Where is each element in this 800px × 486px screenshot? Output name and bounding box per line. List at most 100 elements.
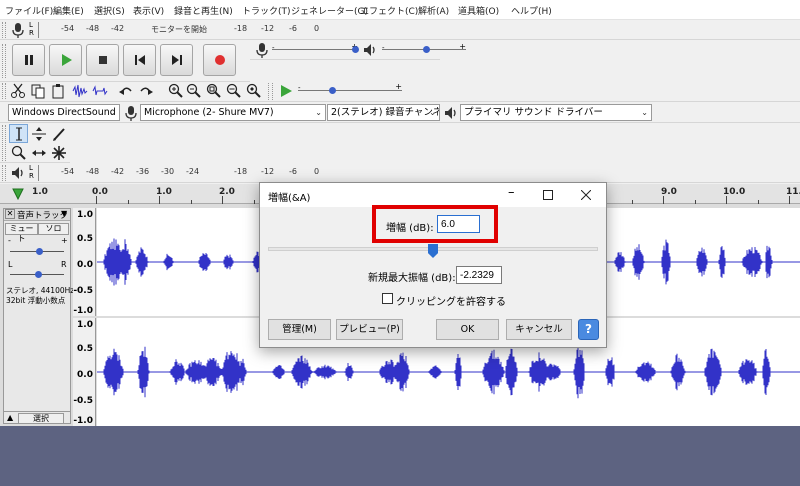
skip-to-start-button[interactable]	[123, 44, 156, 76]
menu-item[interactable]: 解析(A)	[418, 4, 449, 17]
slider-minus-label: -	[298, 84, 301, 92]
selection-tool-button[interactable]	[9, 124, 28, 143]
collapse-icon[interactable]: ▲	[7, 413, 13, 422]
chevron-down-icon: ⌄	[429, 108, 436, 117]
menu-item[interactable]: ファイル(F)	[5, 4, 53, 17]
play-speed-slider[interactable]: - +	[298, 82, 402, 97]
silence-audio-icon[interactable]	[92, 83, 108, 99]
menu-item[interactable]: 選択(S)	[94, 4, 125, 17]
skip-to-end-button[interactable]	[160, 44, 193, 76]
zoom-toggle-icon[interactable]	[246, 83, 262, 99]
play-head-icon	[12, 188, 24, 200]
meter-scale-label: -12	[261, 24, 275, 33]
recording-device-select[interactable]: Microphone (2- Shure MV7) ⌄	[140, 104, 326, 121]
solo-button[interactable]: ソロ	[38, 223, 69, 235]
meter-scale-label: -48	[86, 167, 100, 176]
dialog-title: 増幅(&A)	[268, 193, 311, 204]
allow-clipping-checkbox[interactable]	[382, 293, 393, 304]
allow-clipping-label[interactable]: クリッピングを許容する	[396, 293, 506, 308]
dialog-title-bar[interactable]: 増幅(&A) –	[260, 183, 606, 207]
preview-button[interactable]: プレビュー(P)	[336, 319, 403, 340]
speaker-icon[interactable]	[10, 165, 26, 181]
track-menu-chevron-icon[interactable]: ▼	[61, 209, 67, 218]
playback-volume-slider[interactable]: - +	[382, 42, 466, 56]
cancel-button[interactable]: キャンセル	[506, 319, 572, 340]
empty-track-area[interactable]	[0, 426, 800, 486]
amplitude-label: 0.0	[77, 260, 93, 270]
mute-button[interactable]: ミュート	[5, 223, 38, 243]
zoom-tool-icon[interactable]	[11, 145, 27, 161]
trim-audio-icon[interactable]	[72, 83, 88, 99]
playback-device-select[interactable]: プライマリ サウンド ドライバー ⌄	[460, 104, 652, 121]
waveform-path	[96, 345, 800, 399]
ruler-tick	[726, 196, 727, 204]
skip-to-end-icon	[172, 55, 182, 65]
toolbar-grip[interactable]	[2, 125, 6, 161]
menu-item[interactable]: ジェネレーター(G)	[291, 4, 368, 17]
track-gain-slider[interactable]	[10, 248, 64, 256]
amplification-slider[interactable]	[268, 244, 598, 260]
envelope-tool-icon[interactable]	[31, 126, 47, 142]
recording-meter[interactable]: -54 -48 -42 モニターを開始 -18 -12 -6 0	[38, 22, 319, 38]
pan-right-label: R	[61, 260, 67, 269]
track-control-panel[interactable]: ✕ 音声トラック ▼ ミュート ソロ - + L R ステレオ, 44100Hz…	[3, 208, 74, 424]
time-shift-tool-icon[interactable]	[31, 145, 47, 161]
pause-button[interactable]	[12, 44, 45, 76]
multi-tool-icon[interactable]	[51, 145, 67, 161]
playback-meter[interactable]: -54 -48 -42 -36 -30 -24 -18 -12 -6 0	[38, 165, 319, 181]
mixer-toolbar: - + - +	[250, 40, 466, 60]
cut-icon[interactable]	[10, 83, 26, 99]
slider-thumb[interactable]	[329, 87, 336, 94]
slider-thumb[interactable]	[352, 46, 359, 53]
toolbar-grip[interactable]	[2, 44, 6, 78]
new-peak-input[interactable]	[456, 266, 502, 284]
minimize-icon[interactable]: –	[508, 185, 515, 200]
toolbar-grip[interactable]	[268, 83, 273, 100]
slider-thumb[interactable]	[36, 248, 43, 255]
recording-channels-select[interactable]: 2(ステレオ) 録音チャンネル ⌄	[327, 104, 440, 121]
slider-thumb[interactable]	[35, 271, 42, 278]
menu-item[interactable]: エフェクト(C)	[360, 4, 418, 17]
amplitude-label: 0.0	[77, 370, 93, 380]
play-at-speed-icon[interactable]	[278, 83, 294, 99]
manage-button[interactable]: 管理(M)	[268, 319, 331, 340]
menu-item[interactable]: 録音と再生(N)	[174, 4, 233, 17]
menu-item[interactable]: トラック(T)	[242, 4, 291, 17]
menu-item[interactable]: 表示(V)	[133, 4, 164, 17]
menu-item[interactable]: ヘルプ(H)	[511, 4, 552, 17]
fit-selection-icon[interactable]	[206, 83, 222, 99]
ok-button[interactable]: OK	[436, 319, 499, 340]
fit-project-icon[interactable]	[226, 83, 242, 99]
track-header: ✕ 音声トラック ▼	[4, 209, 70, 221]
stop-button[interactable]	[86, 44, 119, 76]
menu-item[interactable]: 道具箱(O)	[458, 4, 499, 17]
paste-icon[interactable]	[50, 83, 66, 99]
audio-host-select[interactable]: Windows DirectSound ⌄	[8, 104, 120, 121]
draw-tool-icon[interactable]	[51, 126, 67, 142]
maximize-icon[interactable]	[543, 190, 553, 200]
track-pan-slider[interactable]	[10, 271, 64, 279]
close-icon[interactable]: ✕	[5, 209, 15, 219]
record-button[interactable]	[203, 44, 236, 76]
microphone-icon[interactable]	[10, 22, 26, 38]
pan-left-label: L	[8, 260, 13, 269]
zoom-in-icon[interactable]	[168, 83, 184, 99]
toolbar-grip[interactable]	[2, 83, 6, 99]
amplification-input[interactable]	[437, 215, 480, 233]
toolbar-grip[interactable]	[2, 165, 6, 181]
select-track-button[interactable]: 選択	[18, 413, 64, 424]
close-icon[interactable]	[581, 190, 591, 200]
meter-scale-label: -12	[261, 167, 275, 176]
undo-icon[interactable]	[118, 83, 134, 99]
slider-thumb[interactable]	[428, 244, 438, 258]
slider-thumb[interactable]	[423, 46, 430, 53]
menu-item[interactable]: 編集(E)	[53, 4, 84, 17]
toolbar-grip[interactable]	[2, 22, 6, 38]
copy-icon[interactable]	[30, 83, 46, 99]
redo-icon[interactable]	[138, 83, 154, 99]
meter-scale-label: -6	[289, 167, 297, 176]
help-button[interactable]: ?	[578, 319, 599, 340]
recording-volume-slider[interactable]: - +	[272, 42, 359, 56]
zoom-out-icon[interactable]	[186, 83, 202, 99]
play-button[interactable]	[49, 44, 82, 76]
